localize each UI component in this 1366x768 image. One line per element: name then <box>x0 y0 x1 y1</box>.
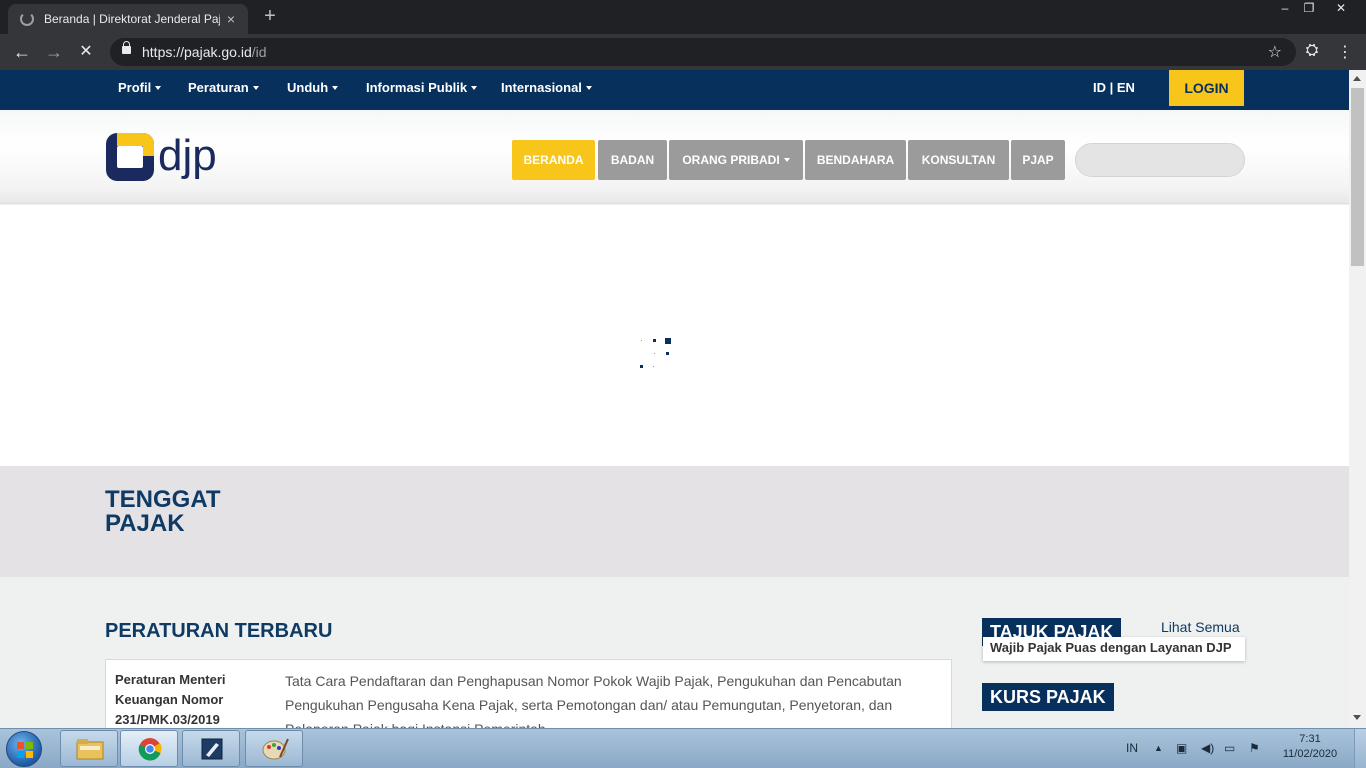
system-clock[interactable]: 7:31 11/02/2020 <box>1276 732 1344 762</box>
menu-informasi-publik[interactable]: Informasi Publik <box>366 70 478 110</box>
lock-icon[interactable] <box>122 41 131 54</box>
chrome-icon <box>138 738 162 761</box>
scroll-down-arrow-icon[interactable] <box>1353 715 1361 720</box>
windows-logo-icon <box>17 742 33 758</box>
caret-down-icon <box>783 157 790 162</box>
browser-menu-icon[interactable]: ⋮ <box>1334 42 1356 62</box>
taskbar-chrome-button[interactable] <box>120 730 178 767</box>
menu-internasional[interactable]: Internasional <box>501 70 592 110</box>
back-button[interactable]: ← <box>9 40 35 64</box>
web-page: Profil Peraturan Unduh Informasi Publik … <box>0 70 1349 728</box>
tab-close-icon[interactable]: × <box>220 11 242 27</box>
top-navigation: Profil Peraturan Unduh Informasi Publik … <box>0 70 1349 110</box>
page-scrollbar[interactable] <box>1349 70 1366 728</box>
taskbar: IN ▲ ▣ ◀) ▭ ⚑ 7:31 11/02/2020 <box>0 728 1366 768</box>
login-button[interactable]: LOGIN <box>1169 70 1244 106</box>
window-close-button[interactable]: ✕ <box>1325 0 1357 18</box>
tenggat-pajak-section: TENGGAT PAJAK <box>0 466 1349 577</box>
peraturan-title: PERATURAN TERBARU <box>105 620 333 642</box>
menu-profil[interactable]: Profil <box>118 70 162 110</box>
tenggat-title: TENGGAT PAJAK <box>105 486 221 537</box>
clock-time: 7:31 <box>1299 733 1321 745</box>
clock-date: 11/02/2020 <box>1282 748 1338 760</box>
regulation-item[interactable]: Peraturan Menteri Keuangan Nomor 231/PMK… <box>105 659 952 728</box>
menu-unduh[interactable]: Unduh <box>287 70 339 110</box>
lihat-semua-link[interactable]: Lihat Semua <box>1161 619 1240 635</box>
bookmark-star-icon[interactable]: ☆ <box>1268 42 1282 62</box>
tab-beranda[interactable]: BERANDA <box>512 140 595 180</box>
show-desktop-button[interactable] <box>1354 729 1366 768</box>
taskbar-app-button[interactable] <box>182 730 240 767</box>
loading-spinner-icon <box>20 12 34 26</box>
scroll-up-arrow-icon[interactable] <box>1353 76 1361 81</box>
document-app-icon <box>201 738 223 760</box>
folder-icon <box>76 739 104 760</box>
url-text[interactable]: https://pajak.go.id/id <box>142 44 267 60</box>
search-input[interactable] <box>1075 143 1245 177</box>
kurs-pajak-title: KURS PAJAK <box>982 683 1114 711</box>
language-indicator[interactable]: IN <box>1126 729 1138 767</box>
paint-palette-icon <box>262 738 289 760</box>
browser-titlebar: Beranda | Direktorat Jenderal Pajak × + … <box>0 0 1366 34</box>
language-switcher[interactable]: ID | EN <box>1093 80 1135 95</box>
volume-icon[interactable]: ◀) <box>1201 729 1214 767</box>
tab-pjap[interactable]: PJAP <box>1011 140 1065 180</box>
regulation-description[interactable]: Tata Cara Pendaftaran dan Penghapusan No… <box>285 669 935 728</box>
tajuk-item[interactable]: Wajib Pajak Puas dengan Layanan DJP <box>983 637 1245 661</box>
caret-down-icon <box>471 85 478 90</box>
caret-down-icon <box>155 85 162 90</box>
regulation-type: Peraturan Menteri Keuangan Nomor 231/PMK… <box>115 672 226 727</box>
logo-text: djp <box>158 132 217 180</box>
taskbar-paint-button[interactable] <box>245 730 303 767</box>
tab-badan[interactable]: BADAN <box>598 140 667 180</box>
stop-loading-button[interactable]: ✕ <box>73 40 99 64</box>
browser-toolbar: ← → ✕ https://pajak.go.id/id ☆ ⛭ ⋮ <box>0 34 1366 70</box>
action-center-flag-icon[interactable]: ⚑ <box>1249 729 1260 767</box>
extension-icon[interactable]: ⛭ <box>1301 42 1323 60</box>
caret-down-icon <box>332 85 339 90</box>
window-restore-button[interactable]: ❐ <box>1294 0 1324 18</box>
loading-spinner-icon <box>639 338 671 370</box>
site-header: djp BERANDA BADAN ORANG PRIBADI BENDAHAR… <box>0 110 1349 204</box>
show-hidden-icons-icon[interactable]: ▲ <box>1154 729 1163 767</box>
caret-down-icon <box>585 85 592 90</box>
scrollbar-thumb[interactable] <box>1351 88 1364 266</box>
device-icon[interactable]: ▣ <box>1176 729 1187 767</box>
taskbar-explorer-button[interactable] <box>60 730 118 767</box>
browser-tab[interactable]: Beranda | Direktorat Jenderal Pajak × <box>8 4 248 34</box>
hero-banner <box>0 205 1349 466</box>
menu-peraturan[interactable]: Peraturan <box>188 70 259 110</box>
djp-logo[interactable]: djp <box>105 132 227 182</box>
new-tab-button[interactable]: + <box>258 5 282 28</box>
network-icon[interactable]: ▭ <box>1224 729 1235 767</box>
caret-down-icon <box>252 85 259 90</box>
tab-konsultan[interactable]: KONSULTAN <box>908 140 1009 180</box>
start-button[interactable] <box>6 731 42 767</box>
tab-bendahara[interactable]: BENDAHARA <box>805 140 906 180</box>
tab-title: Beranda | Direktorat Jenderal Pajak <box>44 12 220 26</box>
forward-button[interactable]: → <box>41 40 67 64</box>
address-bar[interactable]: https://pajak.go.id/id ☆ <box>110 38 1296 66</box>
tab-orang-pribadi[interactable]: ORANG PRIBADI <box>669 140 803 180</box>
